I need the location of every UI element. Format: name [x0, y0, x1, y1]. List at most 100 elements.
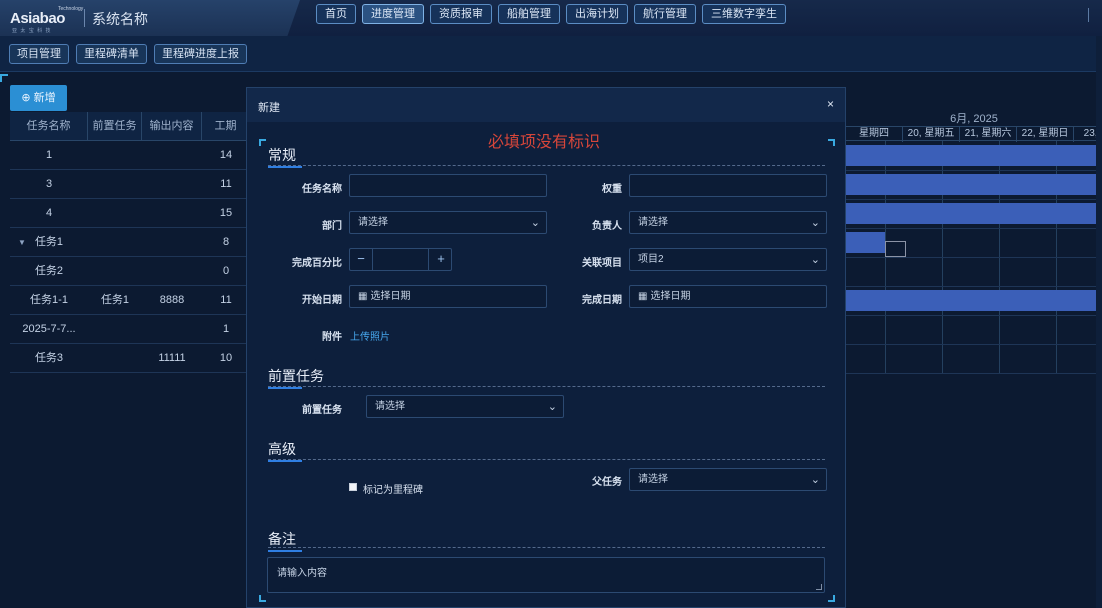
- milestone-checkbox-label[interactable]: 标记为里程碑: [363, 481, 423, 496]
- chevron-down-icon: ⌄: [810, 217, 820, 229]
- table-row[interactable]: 任务2 0: [10, 257, 250, 286]
- cell-task-name: 任务3: [34, 352, 64, 364]
- project-select[interactable]: 项目2 ⌄: [629, 248, 827, 271]
- sub-nav-bar: 项目管理 里程碑清单 里程碑进度上报: [0, 36, 1102, 72]
- gantt-baseline-outline: [885, 241, 906, 257]
- timeline-day: 星期四: [846, 127, 903, 142]
- section-underline: [268, 387, 302, 389]
- corner-marker: [828, 595, 835, 602]
- increment-button[interactable]: +: [430, 249, 452, 270]
- gantt-task-bar[interactable]: [846, 232, 885, 253]
- chevron-down-icon: ⌄: [810, 474, 820, 486]
- timeline-rowline: [846, 344, 1102, 345]
- subnav-project-management[interactable]: 项目管理: [9, 44, 69, 64]
- add-task-button[interactable]: ⊕ 新增: [10, 85, 67, 111]
- percent-value[interactable]: [372, 249, 429, 270]
- section-label: 备注: [268, 532, 296, 548]
- page-scrollbar[interactable]: [1096, 36, 1102, 608]
- task-name-input[interactable]: [349, 174, 547, 197]
- cell-predecessor: [88, 199, 142, 228]
- subnav-milestone-list[interactable]: 里程碑清单: [76, 44, 147, 64]
- table-row[interactable]: ▼ 任务1 8: [10, 228, 250, 257]
- table-row[interactable]: 3 11: [10, 170, 250, 199]
- chevron-down-icon: ⌄: [530, 217, 540, 229]
- cell-predecessor: [88, 170, 142, 199]
- cell-predecessor: [88, 141, 142, 170]
- pre-task-select[interactable]: 请选择 ⌄: [366, 395, 564, 418]
- col-header-duration[interactable]: 工期: [202, 112, 250, 141]
- cell-duration: 0: [222, 265, 230, 277]
- timeline-rowline: [846, 257, 1102, 258]
- table-row[interactable]: 4 15: [10, 199, 250, 228]
- table-row[interactable]: 任务1-1 任务1 8888 11: [10, 286, 250, 315]
- section-predecessor-title: 前置任务: [268, 366, 324, 389]
- parent-task-select[interactable]: 请选择 ⌄: [629, 468, 827, 491]
- header-divider: [84, 9, 85, 27]
- cell-predecessor: [88, 315, 142, 344]
- section-advanced-title: 高级: [268, 439, 302, 462]
- table-row[interactable]: 1 14: [10, 141, 250, 170]
- gantt-task-bar[interactable]: [846, 290, 1102, 311]
- nav-digital-twin[interactable]: 三维数字孪生: [702, 4, 786, 24]
- col-header-output[interactable]: 输出内容: [142, 112, 202, 141]
- col-header-predecessor[interactable]: 前置任务: [88, 112, 142, 141]
- top-nav: 首页 进度管理 资质报审 船舶管理 出海计划 航行管理 三维数字孪生: [316, 4, 786, 24]
- pre-task-label: 前置任务: [302, 405, 342, 416]
- parent-task-label: 父任务: [592, 477, 622, 488]
- decrement-button[interactable]: −: [350, 249, 372, 270]
- upload-photo-link[interactable]: 上传照片: [350, 328, 390, 343]
- corner-marker: [259, 139, 266, 146]
- corner-marker: [259, 595, 266, 602]
- end-date-placeholder: 选择日期: [650, 291, 691, 302]
- timeline-rowline: [846, 228, 1102, 229]
- logo: Asiabao Technology 亚 太 宝 科 技: [8, 6, 83, 34]
- project-label: 关联项目: [582, 258, 622, 269]
- nav-progress[interactable]: 进度管理: [362, 4, 424, 24]
- logo-tagline: 亚 太 宝 科 技: [12, 28, 52, 34]
- nav-qualification[interactable]: 资质报审: [430, 4, 492, 24]
- close-icon[interactable]: ×: [827, 97, 834, 111]
- chevron-down-icon: ⌄: [810, 254, 820, 266]
- dept-select[interactable]: 请选择 ⌄: [349, 211, 547, 234]
- end-date-label: 完成日期: [582, 295, 622, 306]
- section-divider: [268, 386, 825, 387]
- nav-home[interactable]: 首页: [316, 4, 356, 24]
- section-divider: [268, 547, 825, 548]
- timeline-rowline: [846, 315, 1102, 316]
- subnav-milestone-report[interactable]: 里程碑进度上报: [154, 44, 247, 64]
- weight-input[interactable]: [629, 174, 827, 197]
- percent-stepper[interactable]: − +: [349, 248, 452, 271]
- gantt-task-bar[interactable]: [846, 203, 1102, 224]
- corner-marker: [828, 139, 835, 146]
- cell-output: [142, 170, 202, 199]
- parent-task-select-value: 请选择: [638, 474, 668, 485]
- remark-textarea[interactable]: 请输入内容: [267, 557, 825, 593]
- nav-ship[interactable]: 船舶管理: [498, 4, 560, 24]
- start-date-picker[interactable]: ▦ 选择日期: [349, 285, 547, 308]
- cell-duration: 11: [220, 294, 232, 306]
- resize-handle-icon[interactable]: [816, 584, 822, 590]
- owner-select[interactable]: 请选择 ⌄: [629, 211, 827, 234]
- col-header-task-name[interactable]: 任务名称: [10, 112, 88, 141]
- gantt-task-bar[interactable]: [846, 145, 1102, 166]
- dept-label: 部门: [322, 221, 342, 232]
- expand-caret-icon[interactable]: ▼: [18, 238, 26, 247]
- table-row[interactable]: 2025-7-7... 1: [10, 315, 250, 344]
- gantt-task-bar[interactable]: [846, 174, 1102, 195]
- end-date-picker[interactable]: ▦ 选择日期: [629, 285, 827, 308]
- cell-duration: 8: [222, 236, 230, 248]
- system-title: 系统名称: [92, 12, 148, 28]
- cell-task-name: 任务2: [34, 265, 64, 277]
- weight-label: 权重: [602, 184, 622, 195]
- timeline-rowline: [846, 170, 1102, 171]
- nav-voyage-plan[interactable]: 出海计划: [566, 4, 628, 24]
- table-row[interactable]: 任务3 11111 10: [10, 344, 250, 373]
- cell-task-name: 2025-7-7...: [22, 323, 76, 335]
- timeline-day: 21, 星期六: [960, 127, 1017, 142]
- header-right-divider: [1088, 8, 1089, 22]
- gantt-task-grid: 任务名称 前置任务 输出内容 工期 1 14 3 11 4 15 ▼ 任务1 8…: [10, 112, 250, 374]
- cell-duration: 11: [220, 178, 232, 190]
- nav-navigation[interactable]: 航行管理: [634, 4, 696, 24]
- milestone-checkbox[interactable]: [349, 483, 357, 491]
- cell-output: [142, 228, 202, 257]
